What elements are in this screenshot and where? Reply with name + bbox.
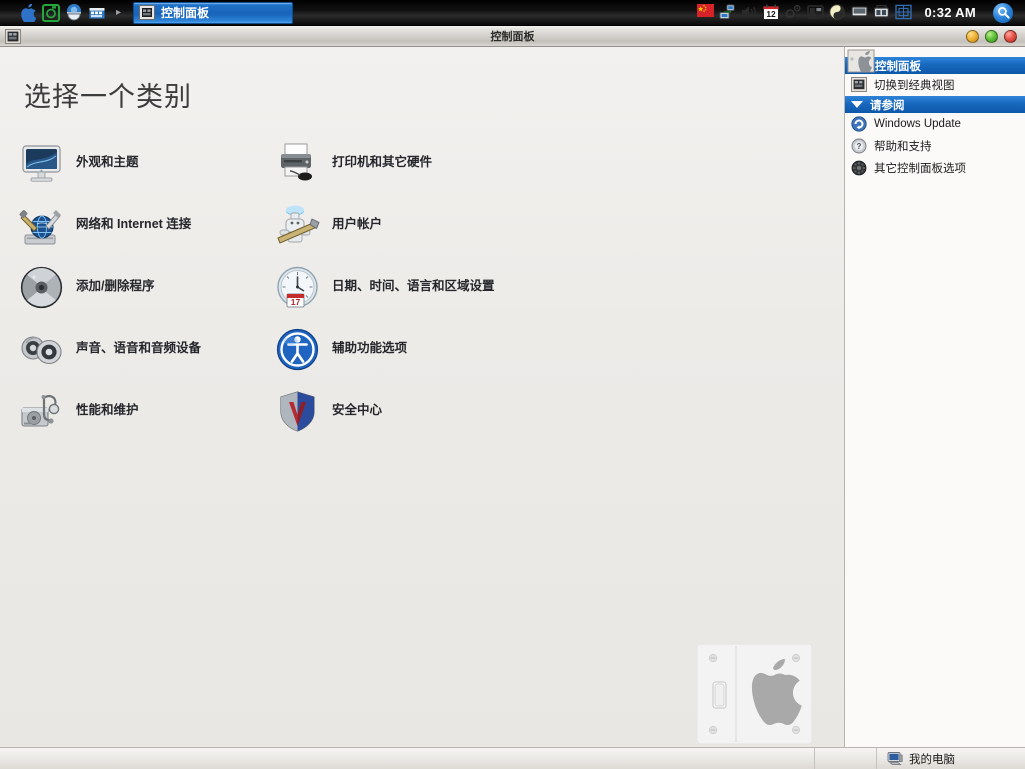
category-grid: 外观和主题 打印机和其它硬件 网络和 Internet 连接 用户帐户 添加/删… [0, 132, 844, 442]
classic-view-icon [851, 77, 867, 93]
category-security-center[interactable]: 安全中心 [256, 380, 844, 442]
window-title: 控制面板 [490, 31, 535, 43]
category-accessibility-options[interactable]: 辅助功能选项 [256, 318, 844, 380]
apple-icon[interactable] [18, 3, 38, 23]
update-icon[interactable] [873, 4, 890, 21]
category-label: 声音、语音和音频设备 [76, 341, 202, 356]
monitor-icon[interactable] [850, 4, 868, 21]
sidebar-header-control-panel: 控制面板 [845, 49, 1025, 74]
status-bar-my-computer: 我的电脑 [877, 751, 1025, 767]
category-label: 性能和维护 [76, 403, 139, 418]
date-time-clock-icon: 17 [274, 264, 321, 311]
status-bar-segment-2 [815, 748, 877, 769]
sidebar-item-other-control-panel-options[interactable]: 其它控制面板选项 [845, 157, 1025, 179]
category-appearance-themes[interactable]: 外观和主题 [18, 132, 256, 194]
sidebar-header-label: 控制面板 [875, 60, 921, 73]
ime-icon[interactable] [894, 4, 912, 21]
other-control-panel-icon [851, 160, 867, 176]
window-body: 选择一个类别 外观和主题 打印机和其它硬件 网络和 Internet 连接 用户… [0, 47, 1025, 747]
category-label: 外观和主题 [76, 155, 139, 170]
sidebar-header-see-also[interactable]: 请参阅 [845, 96, 1025, 113]
sidebar-item-classic-view[interactable]: 切换到经典视图 [845, 74, 1025, 96]
sidebar-item-label: Windows Update [874, 118, 961, 130]
category-network-internet[interactable]: 网络和 Internet 连接 [18, 194, 256, 256]
taskbar-window-button-label: 控制面板 [161, 6, 210, 20]
close-button[interactable] [1004, 29, 1017, 43]
sidebar-item-windows-update[interactable]: Windows Update [845, 113, 1025, 135]
page-title: 选择一个类别 [24, 82, 192, 112]
category-label: 日期、时间、语言和区域设置 [332, 279, 495, 294]
svg-text:12: 12 [766, 9, 776, 19]
display-icon[interactable] [806, 4, 824, 21]
window-titlebar[interactable]: 控制面板 [0, 26, 1025, 47]
svg-text:?: ? [857, 142, 862, 151]
help-support-icon: ? [851, 138, 867, 154]
category-label: 网络和 Internet 连接 [76, 217, 192, 232]
sidebar-header-label: 请参阅 [870, 99, 905, 112]
spotlight-search-icon[interactable] [993, 2, 1013, 23]
category-date-time-language-region[interactable]: 17 日期、时间、语言和区域设置 [256, 256, 844, 318]
control-panel-window: 控制面板 选择一个类别 外观和主题 打印机和其它硬件 网络和 Internet … [0, 26, 1025, 769]
control-panel-icon [5, 28, 21, 44]
taskbar-window-button-control-panel[interactable]: 控制面板 [133, 1, 294, 24]
category-user-accounts[interactable]: 用户帐户 [256, 194, 844, 256]
quick-launch-bar: ▸ [0, 3, 125, 23]
taskbar: ▸ 控制面板 12 0:32 AM [0, 0, 1025, 26]
sidebar-item-label: 切换到经典视图 [874, 80, 955, 92]
yinyang-icon[interactable] [828, 4, 846, 21]
window-controls [966, 29, 1025, 43]
volume-icon[interactable] [741, 4, 758, 21]
my-computer-icon [887, 751, 903, 767]
main-content-pane: 选择一个类别 外观和主题 打印机和其它硬件 网络和 Internet 连接 用户… [0, 47, 845, 747]
network-globe-icon [18, 202, 65, 249]
category-label: 用户帐户 [332, 217, 383, 232]
status-bar: 我的电脑 [0, 747, 1025, 769]
performance-maintenance-icon [18, 388, 65, 435]
quicklaunch-overflow-icon[interactable]: ▸ [110, 7, 125, 18]
category-label: 添加/删除程序 [76, 279, 155, 294]
language-flag-icon[interactable] [696, 4, 714, 21]
minimize-button[interactable] [966, 29, 979, 43]
accessibility-icon [274, 326, 321, 373]
system-tray: 12 0:32 AM [696, 2, 1025, 24]
user-accounts-icon [274, 202, 321, 249]
network-icon[interactable] [719, 4, 736, 21]
calendar-12-icon[interactable]: 12 [762, 4, 780, 21]
sidebar-item-label: 帮助和支持 [874, 141, 932, 153]
browser-icon[interactable] [64, 3, 84, 23]
category-sounds-speech-audio[interactable]: 声音、语音和音频设备 [18, 318, 256, 380]
media-icon[interactable] [87, 3, 107, 23]
windows-update-icon [851, 116, 867, 132]
category-performance-maintenance[interactable]: 性能和维护 [18, 380, 256, 442]
security-center-shield-icon [274, 388, 321, 435]
control-panel-badge-icon [847, 49, 875, 73]
status-bar-segment-1 [0, 748, 815, 769]
svg-text:17: 17 [291, 297, 301, 307]
status-bar-label: 我的电脑 [909, 753, 955, 766]
chevron-down-icon[interactable] [851, 101, 863, 108]
category-label: 辅助功能选项 [332, 341, 408, 356]
sound-speakers-icon [18, 326, 65, 373]
apple-switchplate-graphic [696, 643, 813, 745]
category-label: 安全中心 [332, 403, 383, 418]
taskbar-clock[interactable]: 0:32 AM [917, 5, 986, 20]
maximize-button[interactable] [985, 29, 998, 43]
sidebar-item-label: 其它控制面板选项 [874, 163, 966, 175]
add-remove-programs-icon [18, 264, 65, 311]
sidebar-item-help-support[interactable]: ? 帮助和支持 [845, 135, 1025, 157]
category-add-remove-programs[interactable]: 添加/删除程序 [18, 256, 256, 318]
printer-hardware-icon [274, 140, 321, 187]
category-label: 打印机和其它硬件 [332, 155, 433, 170]
camera-icon[interactable] [41, 3, 61, 23]
control-panel-icon [139, 5, 156, 20]
display-monitor-icon [18, 140, 65, 187]
sidebar: 控制面板 切换到经典视图 请参阅 Windows Update ? 帮助和支持 … [845, 47, 1025, 747]
category-printers-hardware[interactable]: 打印机和其它硬件 [256, 132, 844, 194]
settings-icon[interactable] [785, 4, 802, 21]
